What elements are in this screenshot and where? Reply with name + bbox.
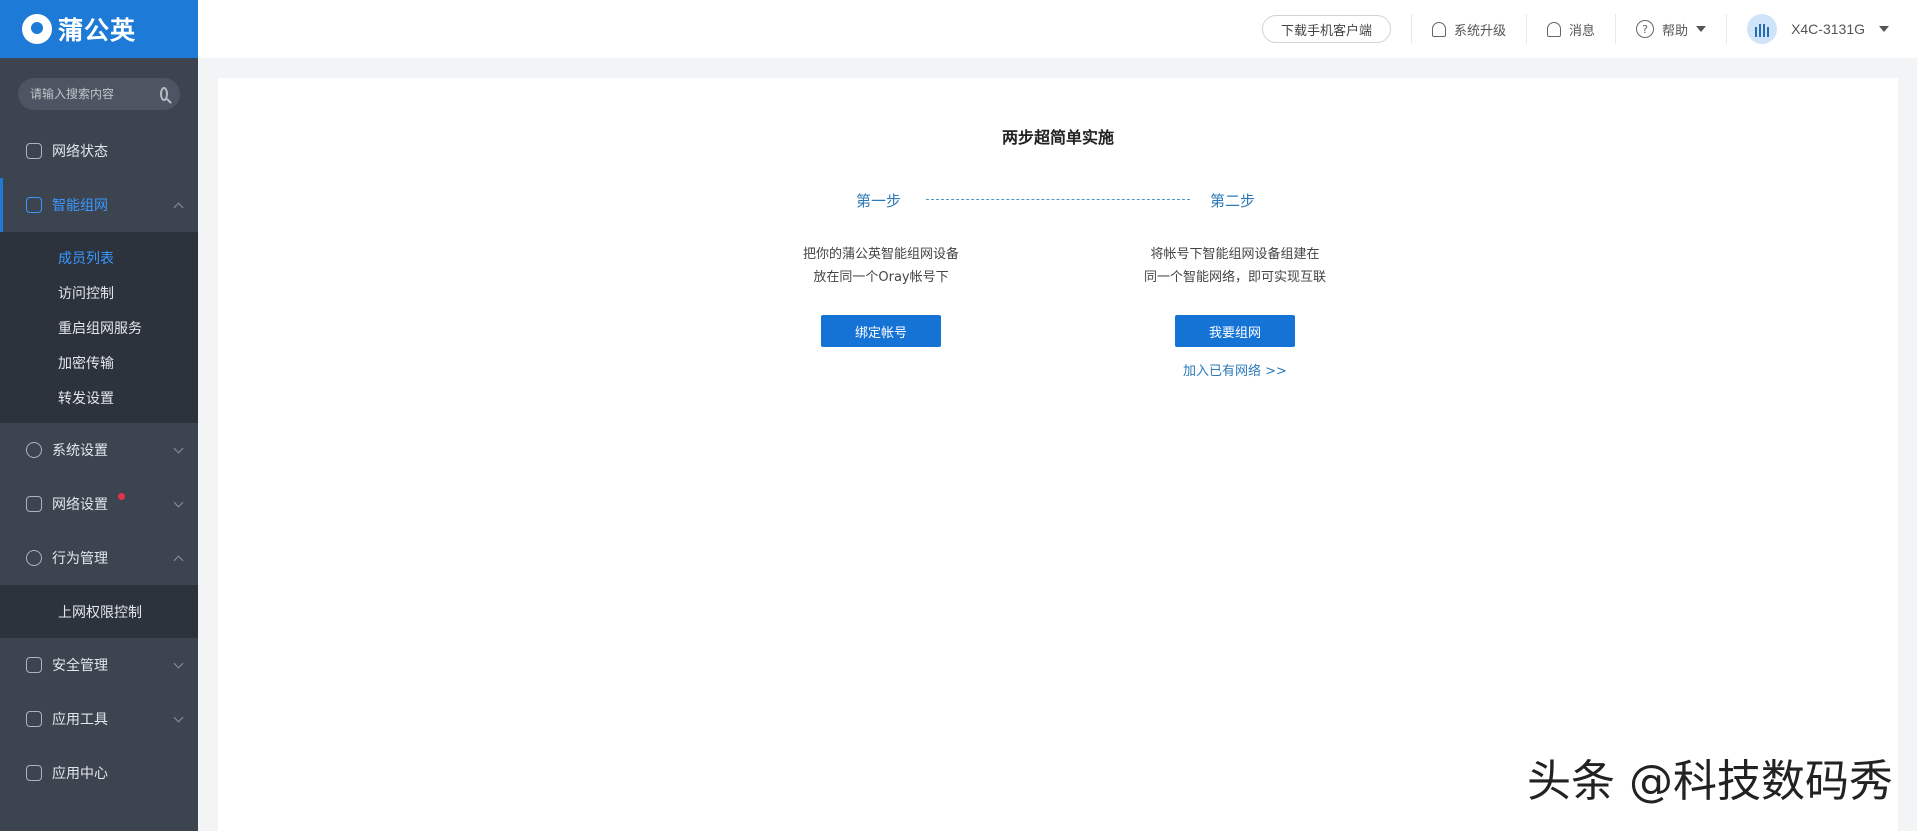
logo-bar[interactable]: 蒲公英	[0, 0, 198, 58]
toolbox-icon	[26, 711, 42, 727]
chevron-down-icon	[173, 658, 184, 669]
search-wrap	[0, 58, 198, 124]
document-icon	[26, 496, 42, 512]
shield-icon	[26, 657, 42, 673]
search-icon[interactable]	[160, 87, 168, 101]
chevron-up-icon	[173, 202, 184, 213]
sidebar-item-label: 应用中心	[52, 766, 108, 782]
header-divider	[1526, 14, 1528, 44]
step1-line1: 把你的蒲公英智能组网设备	[802, 247, 959, 262]
router-avatar	[1747, 14, 1778, 44]
chevron-down-icon	[173, 497, 184, 508]
step1-line2: 放在同一个Oray帐号下	[813, 270, 949, 285]
upgrade-label: 系统升级	[1454, 23, 1507, 39]
smart-network-icon	[26, 197, 42, 213]
caret-down-icon	[1879, 26, 1889, 32]
brand-name: 蒲公英	[58, 16, 137, 45]
gear-icon	[26, 442, 42, 458]
search-input[interactable]	[30, 87, 160, 101]
top-header: 下载手机客户端 系统升级 消息 ? 帮助 X4C-3131G	[198, 0, 1917, 58]
sidebar-item-label: 网络状态	[52, 144, 108, 160]
sub-item-encrypted-transfer[interactable]: 加密传输	[0, 345, 198, 380]
sub-item-internet-access-control[interactable]: 上网权限控制	[0, 594, 198, 629]
step2-line2: 同一个智能网络，即可实现互联	[1143, 270, 1326, 285]
header-divider	[1411, 14, 1413, 44]
help-label: 帮助	[1662, 23, 1689, 39]
watermark: 头条 @科技数码秀	[1527, 756, 1893, 807]
download-client-button[interactable]: 下载手机客户端	[1262, 15, 1392, 43]
sidebar-item-security-management[interactable]: 安全管理	[0, 638, 198, 692]
sidebar-item-system-settings[interactable]: 系统设置	[0, 423, 198, 477]
sidebar-item-label: 智能组网	[52, 198, 108, 214]
step2-description: 将帐号下智能组网设备组建在 同一个智能网络，即可实现互联	[1105, 243, 1365, 289]
help-icon: ?	[1636, 20, 1655, 38]
chevron-down-icon	[173, 443, 184, 454]
sidebar-item-behavior-management[interactable]: 行为管理	[0, 531, 198, 585]
step1-description: 把你的蒲公英智能组网设备 放在同一个Oray帐号下	[751, 243, 1011, 289]
sub-item-member-list[interactable]: 成员列表	[0, 240, 198, 275]
bind-account-button[interactable]: 绑定帐号	[821, 315, 941, 347]
device-menu[interactable]: X4C-3131G	[1747, 14, 1889, 44]
system-upgrade-button[interactable]: 系统升级	[1432, 20, 1506, 39]
main-panel: 两步超简单实施 第一步 第二步 把你的蒲公英智能组网设备 放在同一个Oray帐号…	[218, 78, 1898, 831]
messages-label: 消息	[1569, 23, 1596, 39]
logo-icon	[22, 14, 52, 44]
header-divider	[1615, 14, 1617, 44]
sidebar-item-smart-network[interactable]: 智能组网	[0, 178, 198, 232]
behavior-icon	[26, 550, 42, 566]
bell-icon	[1547, 21, 1562, 37]
search-box[interactable]	[18, 78, 180, 110]
step1-label: 第一步	[856, 192, 902, 210]
header-divider	[1726, 14, 1728, 44]
chevron-up-icon	[173, 555, 184, 566]
smart-network-submenu: 成员列表 访问控制 重启组网服务 加密传输 转发设置	[0, 232, 198, 423]
sidebar-item-label: 应用工具	[52, 712, 108, 728]
messages-button[interactable]: 消息	[1547, 20, 1595, 39]
sidebar-item-label: 系统设置	[52, 443, 108, 459]
upgrade-icon	[1432, 21, 1447, 37]
behavior-submenu: 上网权限控制	[0, 585, 198, 638]
step2-label: 第二步	[1210, 192, 1256, 210]
caret-down-icon	[1696, 26, 1707, 32]
sidebar-item-label: 安全管理	[52, 658, 108, 674]
sub-item-forward-settings[interactable]: 转发设置	[0, 380, 198, 415]
page-title: 两步超简单实施	[1001, 128, 1114, 147]
step2-line1: 将帐号下智能组网设备组建在	[1150, 247, 1320, 262]
sub-item-access-control[interactable]: 访问控制	[0, 275, 198, 310]
sidebar-item-app-tools[interactable]: 应用工具	[0, 692, 198, 746]
step-connector	[926, 199, 1190, 200]
sidebar-item-network-status[interactable]: 网络状态	[0, 124, 198, 178]
join-network-link[interactable]: 加入已有网络 >>	[1135, 360, 1335, 379]
help-menu[interactable]: ? 帮助	[1636, 20, 1707, 39]
notification-dot	[118, 493, 125, 500]
sidebar-item-app-center[interactable]: 应用中心	[0, 746, 198, 800]
sub-item-restart-service[interactable]: 重启组网服务	[0, 310, 198, 345]
network-status-icon	[26, 143, 42, 159]
cube-icon	[26, 765, 42, 781]
sidebar: 蒲公英 网络状态 智能组网 成员列表 访问控制 重启组网服务 加密传输 转发设置…	[0, 0, 198, 831]
create-network-button[interactable]: 我要组网	[1175, 315, 1295, 347]
sidebar-item-label: 行为管理	[52, 551, 108, 567]
chevron-down-icon	[173, 712, 184, 723]
device-name: X4C-3131G	[1791, 21, 1865, 37]
sidebar-item-label: 网络设置	[52, 497, 108, 513]
sidebar-item-network-settings[interactable]: 网络设置	[0, 477, 198, 531]
